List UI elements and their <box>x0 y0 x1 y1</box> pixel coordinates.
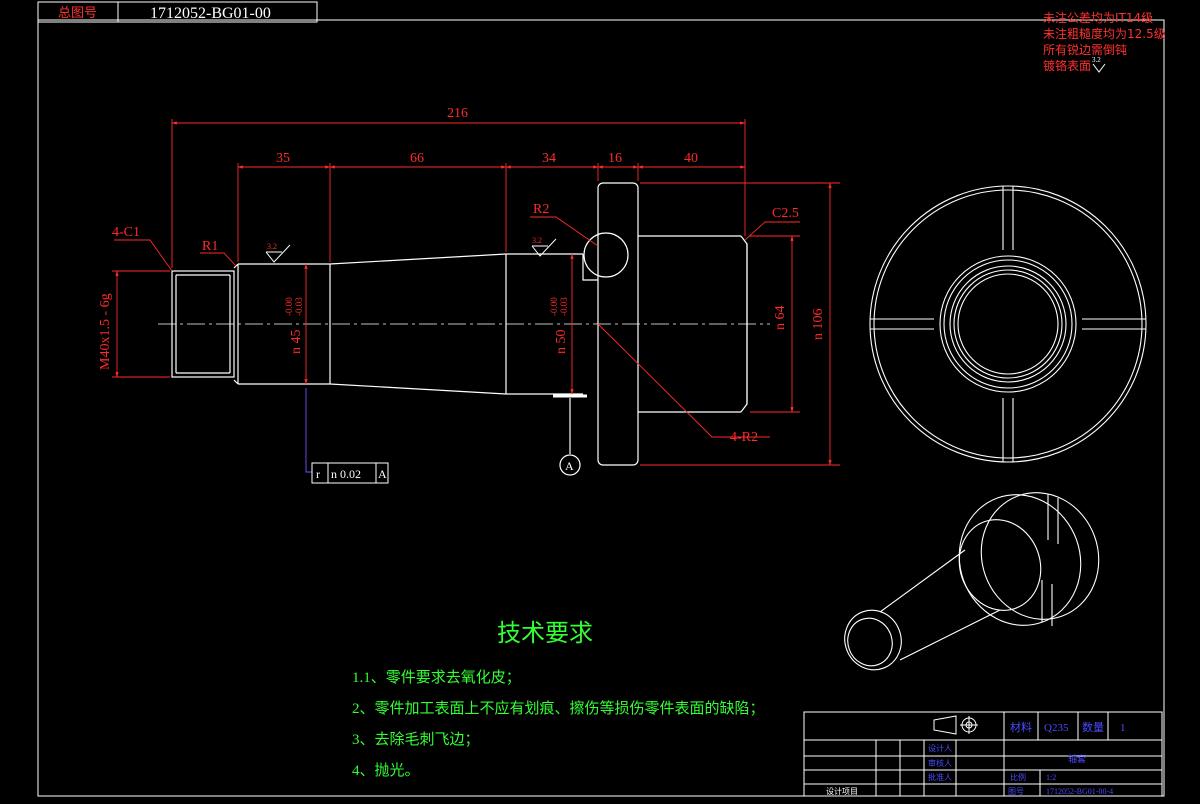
dim-radius-r2: R2 <box>533 202 549 217</box>
tech-requirements: 技术要求 1.1、零件要求去氧化皮； 2、零件加工表面上不应有划痕、擦伤等损伤零… <box>352 620 765 779</box>
dim-seg-1: 35 <box>276 151 290 166</box>
row-label-1: 设计人 <box>928 743 952 753</box>
roughness-symbol-notes: 3.2 <box>1092 56 1106 73</box>
dim-dia-50-tol-lower: -0.03 <box>559 297 569 316</box>
tech-item-2: 2、零件加工表面上不应有划痕、擦伤等损伤零件表面的缺陷； <box>352 699 765 717</box>
gdt-frame: r n 0.02 A <box>311 462 389 484</box>
dim-seg-4: 16 <box>608 151 622 166</box>
note-2: 未注粗糙度均为12.5级 <box>1043 26 1166 41</box>
qty-label: 数量 <box>1082 721 1104 734</box>
title-block-texts: 材料 Q235 数量 1 轴套 设计人 审核人 批准人 比例 1:2 设计项目 … <box>826 720 1126 796</box>
dim-radius-r1: R1 <box>202 239 218 254</box>
tech-item-3: 3、去除毛刺飞边； <box>352 731 480 748</box>
gdt-datum: A <box>378 467 387 481</box>
dim-dia-50-tol-upper: -0.00 <box>549 297 559 316</box>
dim-dia-45: n 45 <box>289 330 304 355</box>
dim-chamfer-right: C2.5 <box>772 206 799 221</box>
dim-thread: M40x1.5 - 6g <box>98 293 113 370</box>
tb-drawing-no-label: 图号 <box>1008 787 1024 796</box>
tech-item-4: 4、抛光。 <box>352 762 420 779</box>
scale-label: 比例 <box>1010 772 1026 782</box>
dim-seg-3: 34 <box>542 151 556 166</box>
material-label: 材料 <box>1010 720 1032 734</box>
isometric-view <box>844 492 1100 671</box>
qty-value: 1 <box>1120 722 1126 734</box>
note-1: 未注公差均为IT14级 <box>1043 10 1153 25</box>
dim-dia-45-tol-upper: -0.00 <box>284 297 294 316</box>
row-label-3: 批准人 <box>928 772 952 782</box>
tech-item-1: 1.1、零件要求去氧化皮； <box>352 669 521 686</box>
svg-text:3.2: 3.2 <box>1092 56 1101 64</box>
gdt-symbol: r <box>316 467 320 481</box>
dim-radius-4r2: 4-R2 <box>730 430 758 445</box>
roughness-symbols <box>265 238 557 263</box>
sheet-border <box>37 19 1165 797</box>
general-notes: 未注公差均为IT14级 未注粗糙度均为12.5级 所有锐边需倒钝 镀铬表面 3.… <box>1043 10 1166 73</box>
scale-value: 1:2 <box>1046 773 1056 782</box>
gdt-leaders <box>305 388 312 473</box>
note-4: 镀铬表面 <box>1043 58 1091 73</box>
dim-dia-45-tol-lower: -0.03 <box>294 297 304 316</box>
tb-drawing-no: 1712052-BG01-00-4 <box>1046 787 1113 796</box>
part-name: 轴套 <box>1068 753 1086 765</box>
dim-chamfer-left: 4-C1 <box>112 225 140 240</box>
row-label-2: 审核人 <box>928 758 952 768</box>
dim-seg-2: 66 <box>410 151 424 166</box>
dim-dia-64: n 64 <box>773 306 788 331</box>
tech-title: 技术要求 <box>497 620 593 647</box>
roughness-value-2: 3.2 <box>532 236 542 245</box>
cad-drawing-sheet: 总图号 1712052-BG01-00 未注公差均为IT14级 未注粗糙度均为1… <box>0 0 1200 800</box>
header-box: 总图号 1712052-BG01-00 <box>37 1 318 23</box>
dim-overall-length: 216 <box>447 106 468 121</box>
gdt-value: n 0.02 <box>331 467 361 481</box>
bottom-left-label: 设计项目 <box>826 786 858 796</box>
header-drawing-no: 1712052-BG01-00 <box>150 5 271 22</box>
drawing-canvas: 总图号 1712052-BG01-00 未注公差均为IT14级 未注粗糙度均为1… <box>37 1 1166 797</box>
dimension-lines <box>112 119 840 466</box>
note-3: 所有锐边需倒钝 <box>1043 43 1127 57</box>
dim-seg-5: 40 <box>684 151 698 166</box>
end-view <box>869 185 1147 463</box>
header-drawing-no-label: 总图号 <box>58 6 97 21</box>
dim-dia-50: n 50 <box>554 330 569 355</box>
roughness-value-1: 3.2 <box>267 242 277 251</box>
material-value: Q235 <box>1044 722 1069 734</box>
title-block <box>803 711 1163 797</box>
dim-dia-106: n 106 <box>811 309 826 341</box>
datum-label: A <box>565 459 574 473</box>
